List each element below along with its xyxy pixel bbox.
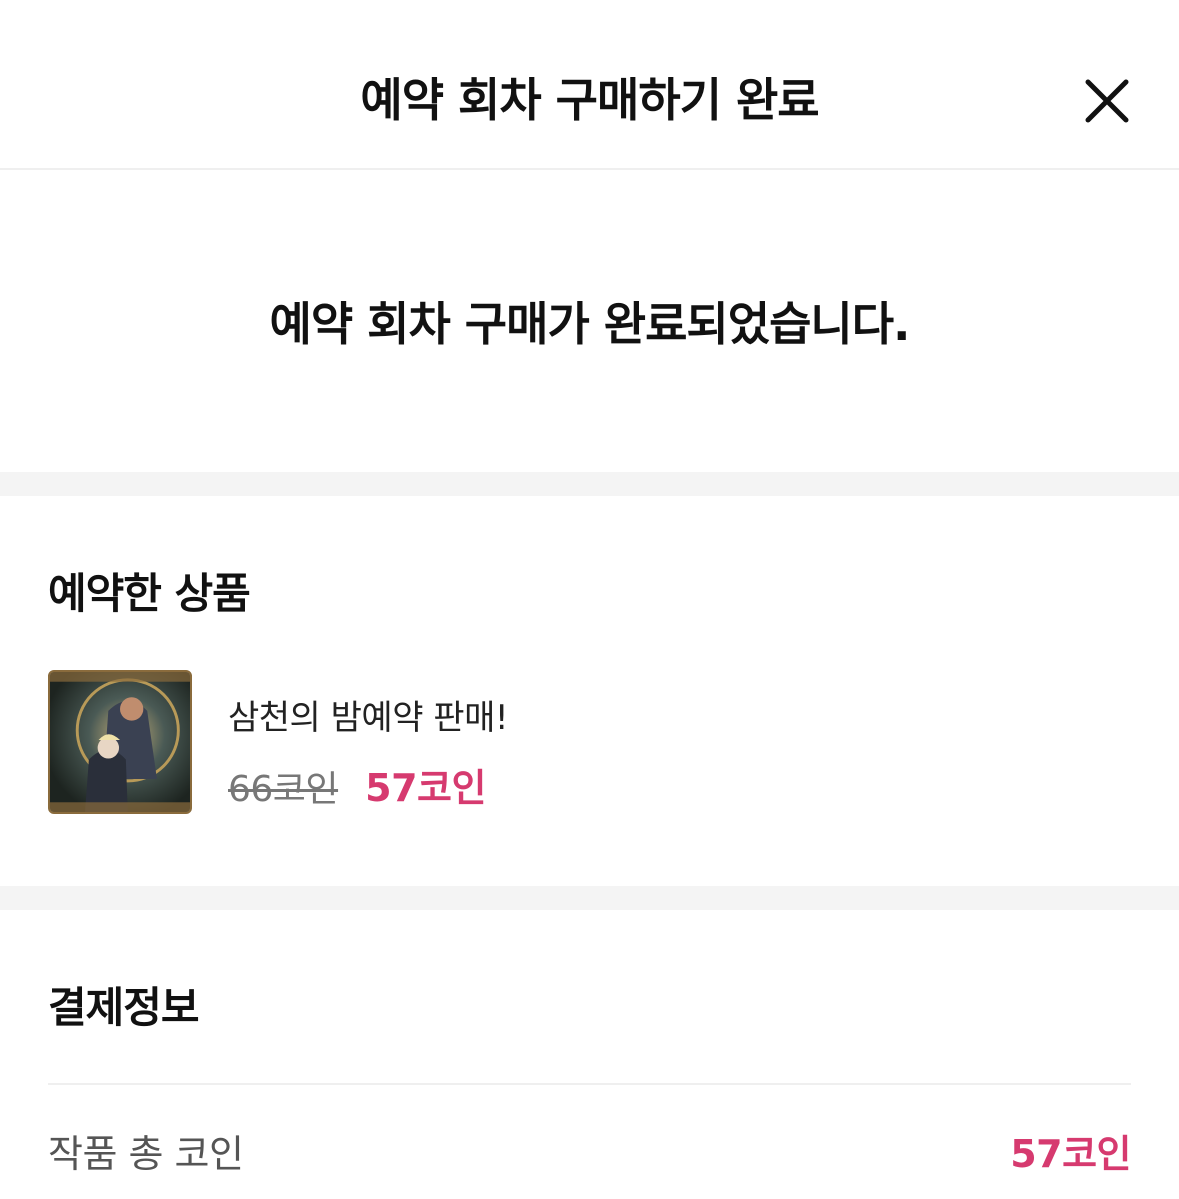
product-thumbnail [48,670,192,814]
original-price: 66코인 [228,769,339,810]
price-row: 66코인 57코인 [228,764,486,812]
page-title: 예약 회차 구매하기 완료 [360,73,819,127]
payment-section-title: 결제정보 [48,983,200,1032]
payment-total-row: 작품 총 코인 57코인 [48,1128,1131,1180]
close-button[interactable] [1078,72,1136,130]
sale-price: 57코인 [365,766,486,810]
completion-message: 예약 회차 구매가 완료되었습니다. [269,297,911,351]
reserved-section-title: 예약한 상품 [48,569,251,618]
reserved-product-item[interactable]: 삼천의 밤예약 판매! 66코인 57코인 [48,670,1131,814]
section-divider [0,886,1179,910]
payment-divider [48,1083,1131,1085]
product-name: 삼천의 밤예약 판매! [228,698,509,738]
close-icon [1085,79,1129,123]
section-divider [0,472,1179,496]
purchase-complete-page: 예약 회차 구매하기 완료 예약 회차 구매가 완료되었습니다. 예약한 상품 [0,0,1179,1199]
header: 예약 회차 구매하기 완료 [0,0,1179,170]
total-coin-value: 57코인 [1010,1132,1131,1176]
total-coin-label: 작품 총 코인 [48,1132,244,1176]
